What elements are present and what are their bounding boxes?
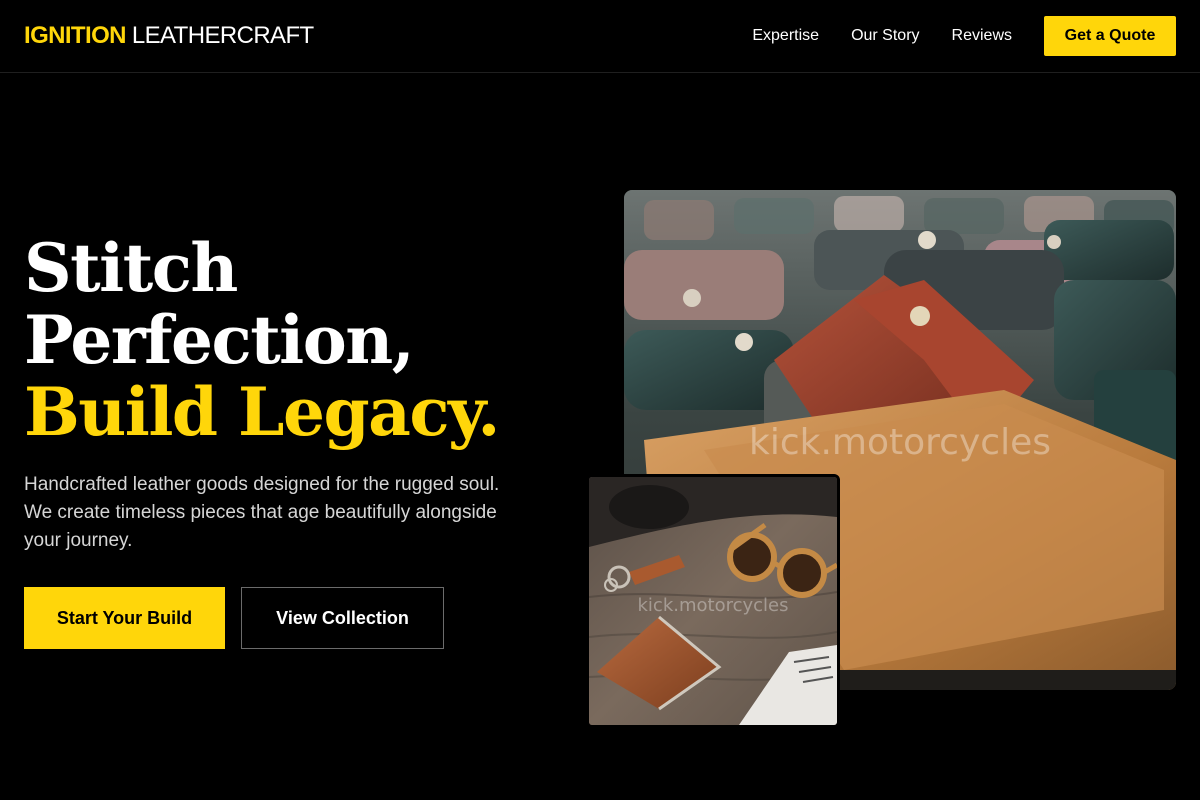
nav-link-our-story[interactable]: Our Story (851, 27, 919, 45)
brand-logo[interactable]: IGNITION LEATHERCRAFT (24, 20, 314, 52)
site-header: IGNITION LEATHERCRAFT Expertise Our Story… (0, 0, 1200, 73)
start-build-button[interactable]: Start Your Build (24, 587, 225, 649)
nav-link-reviews[interactable]: Reviews (952, 27, 1012, 45)
hero-title-line-2: Perfection, (24, 301, 415, 379)
get-quote-button[interactable]: Get a Quote (1044, 16, 1176, 56)
accessories-photo-illustration (589, 477, 837, 725)
main-nav: Expertise Our Story Reviews Get a Quote (752, 16, 1176, 56)
brand-name-light: LEATHERCRAFT (131, 22, 314, 49)
hero-subtitle: Handcrafted leather goods designed for t… (24, 474, 500, 551)
nav-link-expertise[interactable]: Expertise (752, 27, 819, 45)
hero-title-accent: Build Legacy. (24, 373, 500, 451)
view-collection-button[interactable]: View Collection (241, 587, 444, 649)
hero-title: Stitch Perfection, Build Legacy. (24, 229, 500, 451)
brand-name-strong: IGNITION (24, 22, 126, 49)
inset-image-accessories: kick.motorcycles (586, 474, 840, 728)
hero-title-line-1: Stitch (24, 229, 238, 307)
